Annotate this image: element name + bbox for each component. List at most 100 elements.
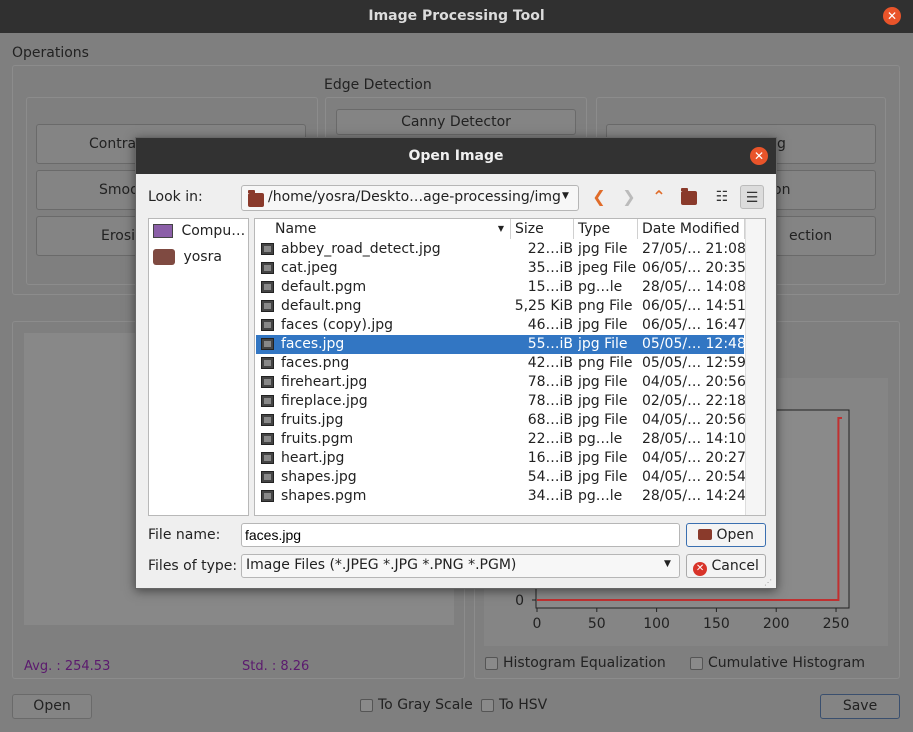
file-row[interactable]: fruits.jpg 68…iB jpg File 04/05/… 20:56 [256,411,746,430]
column-header-type[interactable]: Type [574,219,638,239]
file-row[interactable]: fruits.pgm 22…iB pg…le 28/05/… 14:10 [256,430,746,449]
sidebar-item-computer[interactable]: Compu… [153,223,245,245]
file-type: pg…le [578,431,623,447]
file-name: shapes.jpg [281,469,357,485]
dialog-title: Open Image [408,148,504,164]
file-size: 16…iB [527,450,573,466]
image-file-icon [261,338,274,350]
canny-detector-button[interactable]: Canny Detector [336,109,576,135]
chevron-down-icon: ▼ [664,559,671,569]
detail-view-icon[interactable]: ☰ [740,185,764,209]
save-button[interactable]: Save [820,694,900,719]
file-type: jpg File [578,469,628,485]
file-date: 06/05/… 14:51 [642,298,746,314]
file-name: fireplace.jpg [281,393,368,409]
dialog-titlebar: Open Image [136,138,776,174]
image-file-icon [261,319,274,331]
avg-label: Avg. : 254.53 [24,659,111,674]
x-tick-label: 150 [703,616,730,632]
cumulative-histogram-checkbox[interactable] [690,657,703,670]
open-button[interactable]: Open [12,694,92,719]
file-name: shapes.pgm [281,488,367,504]
new-folder-icon[interactable] [677,185,701,209]
file-row[interactable]: faces (copy).jpg 46…iB jpg File 06/05/… 16:… [256,316,746,335]
file-type-combo[interactable]: Image Files (*.JPEG *.JPG *.PNG *.PGM) ▼ [241,554,680,578]
file-row[interactable]: abbey_road_detect.jpg 22…iB jpg File 27/05/… [256,240,746,259]
hsv-checkbox[interactable] [481,699,494,712]
main-titlebar: Image Processing Tool [0,0,913,33]
column-header-label: Type [578,221,611,237]
home-folder-icon [153,249,175,265]
file-type: jpg File [578,241,628,257]
file-type: jpg File [578,336,628,352]
gray-scale-checkbox[interactable] [360,699,373,712]
column-header-name[interactable]: Name ▼ [255,219,511,239]
sidebar-item-label: yosra [183,249,222,265]
file-date: 28/05/… 14:08 [642,279,746,295]
file-date: 28/05/… 14:10 [642,431,746,447]
column-header-date[interactable]: Date Modified [638,219,745,239]
file-row[interactable]: shapes.jpg 54…iB jpg File 04/05/… 20:54 [256,468,746,487]
file-size: 68…iB [527,412,573,428]
image-file-icon [261,243,274,255]
file-row[interactable]: faces.png 42…iB png File 05/05/… 12:59 [256,354,746,373]
file-row[interactable]: cat.jpeg 35…iB jpeg File 06/05/… 20:35 [256,259,746,278]
file-size: 54…iB [527,469,573,485]
folder-icon [248,190,264,207]
file-date: 02/05/… 22:18 [642,393,746,409]
file-size: 55…iB [527,336,573,352]
histogram-equalization-checkbox[interactable] [485,657,498,670]
file-name: default.png [281,298,362,314]
file-size: 46…iB [527,317,573,333]
x-tick-label: 0 [533,616,542,632]
list-view-icon[interactable]: ☷ [710,185,734,209]
image-file-icon [261,433,274,445]
open-image-dialog: Open Image ✕ Look in: /home/yosra/Deskto… [135,137,777,589]
computer-icon [153,224,173,238]
file-list-scrollbar[interactable] [745,219,765,515]
dialog-open-button[interactable]: Open [686,523,766,547]
dialog-cancel-button[interactable]: ✕ Cancel [686,554,766,578]
column-header-size[interactable]: Size [511,219,574,239]
file-date: 04/05/… 20:27 [642,450,746,466]
look-in-label: Look in: [148,189,203,205]
file-date: 05/05/… 12:59 [642,355,746,371]
forward-icon[interactable]: ❯ [617,185,641,209]
file-row[interactable]: heart.jpg 16…iB jpg File 04/05/… 20:27 [256,449,746,468]
back-icon[interactable]: ❮ [587,185,611,209]
file-row[interactable]: shapes.pgm 34…iB pg…le 28/05/… 14:24 [256,487,746,506]
file-type: jpg File [578,393,628,409]
std-label: Std. : 8.26 [242,659,310,674]
image-file-icon [261,262,274,274]
file-date: 04/05/… 20:56 [642,412,746,428]
file-name-input[interactable] [241,523,680,547]
file-row[interactable]: faces.jpg 55…iB jpg File 05/05/… 12:48 [256,335,746,354]
file-type: jpg File [578,450,628,466]
file-row[interactable]: fireheart.jpg 78…iB jpg File 04/05/… 20:56 [256,373,746,392]
dialog-close-icon[interactable]: ✕ [750,147,768,165]
places-sidebar: Compu… yosra [148,218,249,516]
files-of-type-label: Files of type: [148,558,238,574]
file-name: abbey_road_detect.jpg [281,241,441,257]
file-row[interactable]: default.pgm 15…iB pg…le 28/05/… 14:08 [256,278,746,297]
file-size: 42…iB [527,355,573,371]
dialog-open-label: Open [716,527,754,543]
cumulative-histogram-label: Cumulative Histogram [708,655,865,671]
file-row[interactable]: fireplace.jpg 78…iB jpg File 02/05/… 22:18 [256,392,746,411]
sidebar-item-yosra[interactable]: yosra [153,249,222,271]
file-type: png File [578,298,633,314]
window-title: Image Processing Tool [368,8,545,24]
file-row[interactable]: default.png 5,25 KiB png File 06/05/… 14:51 [256,297,746,316]
file-name: faces.png [281,355,350,371]
resize-grip-icon[interactable]: ⋰ [764,578,776,590]
column-header-label: Name [275,221,317,237]
y-tick-label: 0 [515,593,524,609]
file-type-value: Image Files (*.JPEG *.JPG *.PNG *.PGM) [246,557,517,573]
look-in-combo[interactable]: /home/yosra/Deskto…age-processing/img ▼ [241,185,579,211]
parent-folder-icon[interactable]: ⌃ [647,185,671,209]
file-name: heart.jpg [281,450,345,466]
file-name: default.pgm [281,279,367,295]
file-type: jpg File [578,412,628,428]
file-size: 34…iB [527,488,573,504]
main-close-icon[interactable]: ✕ [883,7,901,25]
